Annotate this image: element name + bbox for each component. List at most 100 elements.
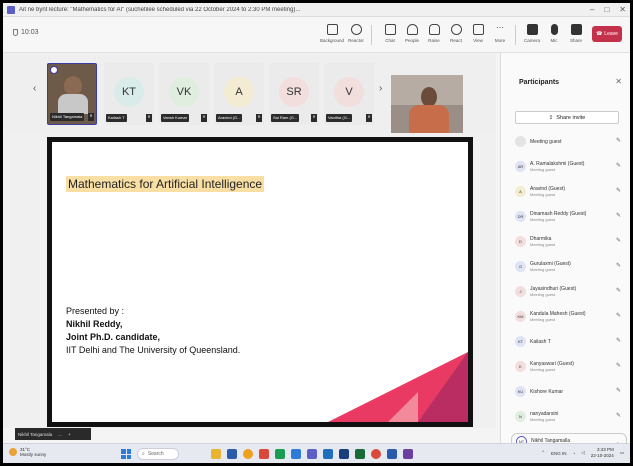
app-icon[interactable] — [243, 449, 253, 459]
self-face — [421, 87, 437, 107]
minimize-button[interactable]: – — [590, 5, 594, 14]
participant-text: Kailash T — [530, 339, 608, 345]
wifi-icon[interactable]: ◔ — [573, 451, 576, 456]
slide-decoration — [418, 352, 468, 422]
background-button[interactable]: Background — [320, 20, 344, 50]
sharing-more-icon[interactable]: ... — [58, 432, 62, 437]
participant-row[interactable]: NTNikhil Tangamalla⬇ — [511, 433, 627, 443]
language-indicator[interactable]: ENG IN — [551, 451, 567, 456]
participant-avatar: N — [515, 411, 526, 422]
sharing-bar[interactable]: Nikhil Tangamala ... + — [15, 428, 91, 440]
system-tray: ⌃ ENG IN ◔ ◁ 3:43 PM 22-10-2024 ▭ — [541, 447, 624, 459]
presenter-affiliation: IIT Delhi and The University of Queensla… — [66, 345, 241, 355]
video-tile[interactable]: VK Vansh Kumar ✕ — [159, 63, 209, 125]
more-button[interactable]: ··· More — [489, 20, 511, 50]
app-icon[interactable] — [227, 449, 237, 459]
chrome-icon[interactable] — [371, 449, 381, 459]
tile-avatar: V — [334, 77, 364, 107]
participant-row[interactable]: KT Kailash T ✎ — [511, 329, 627, 354]
chat-button[interactable]: Chat — [379, 20, 401, 50]
participant-avatar: NT — [516, 435, 527, 443]
video-tile[interactable]: V Vanitha (G... ✕ — [324, 63, 374, 125]
participant-role: Meeting guest — [530, 217, 556, 222]
taskbar-search[interactable]: ⌕ Search — [137, 448, 179, 460]
clock[interactable]: 3:43 PM 22-10-2024 — [591, 447, 614, 459]
mic-off-icon[interactable]: ✎ — [616, 362, 621, 369]
app-icon[interactable] — [259, 449, 269, 459]
word-icon[interactable] — [339, 449, 349, 459]
maximize-button[interactable]: □ — [604, 5, 609, 14]
close-icon[interactable]: ✕ — [615, 77, 622, 86]
weather-widget[interactable]: 31°C Mostly sunny — [9, 447, 46, 457]
mic-off-icon[interactable]: ✎ — [616, 287, 621, 294]
notification-icon[interactable]: ▭ — [620, 450, 624, 456]
participant-row[interactable]: DR Dinamash Reddy (Guest) Meeting guest ✎ — [511, 204, 627, 229]
participant-row[interactable]: D Dharmika Meeting guest ✎ — [511, 229, 627, 254]
mic-off-icon[interactable]: ✎ — [616, 212, 621, 219]
participant-row[interactable]: G Gurulaxmi (Guest) Meeting guest ✎ — [511, 254, 627, 279]
clock-date: 22-10-2024 — [590, 453, 614, 458]
mic-off-icon[interactable]: ✎ — [616, 162, 621, 169]
mic-off-icon[interactable]: ✎ — [616, 387, 621, 394]
slide-title: Mathematics for Artificial Intelligence — [66, 176, 265, 192]
slide-decoration — [388, 392, 418, 422]
view-button[interactable]: View — [467, 20, 489, 50]
teams-icon[interactable] — [307, 449, 317, 459]
edge-icon[interactable] — [291, 449, 301, 459]
chat-icon — [384, 24, 396, 35]
mic-off-icon[interactable]: ✎ — [616, 412, 621, 419]
app-icon[interactable] — [275, 449, 285, 459]
app-icon[interactable] — [403, 449, 413, 459]
mic-off-icon[interactable]: ✎ — [616, 237, 621, 244]
participant-name: Kailash T — [530, 338, 551, 345]
participants-title: Participants — [519, 79, 560, 86]
raise-hand-button[interactable]: Raise — [423, 20, 445, 50]
app-icon[interactable] — [387, 449, 397, 459]
shared-content-stage: Mathematics for Artificial Intelligence … — [3, 133, 496, 428]
share-button[interactable]: Share — [565, 20, 587, 50]
video-tile[interactable]: SR Sai Ram (G... ✕ — [269, 63, 319, 125]
tile-avatar: A — [224, 77, 254, 107]
weather-desc: Mostly sunny — [20, 452, 47, 457]
participant-avatar: D — [515, 236, 526, 247]
leave-button[interactable]: ☎ Leave — [592, 26, 622, 42]
app-icon[interactable] — [323, 449, 333, 459]
video-tile[interactable]: Nikhil Tangamala ✕ — [47, 63, 97, 125]
video-tile[interactable]: A Aravind (G... ✕ — [214, 63, 264, 125]
file-explorer-icon[interactable] — [211, 449, 221, 459]
participant-row[interactable]: Nnanyadarsini Meeting guest ✎ — [511, 404, 627, 429]
windows-start-icon[interactable] — [121, 449, 131, 459]
participant-text: Kandula Mahesh (Guest) Meeting guest — [530, 311, 608, 322]
participant-row[interactable]: K Kanyaswari (Guest) Meeting guest ✎ — [511, 354, 627, 379]
participant-row[interactable]: Meeting guest ✎ — [511, 129, 627, 154]
mic-off-icon[interactable]: ✎ — [616, 187, 621, 194]
participant-row[interactable]: AR A. Ramalakshmi (Guest) Meeting guest ✎ — [511, 154, 627, 179]
mic-button[interactable]: Mic — [543, 20, 565, 50]
camera-button[interactable]: Camera — [521, 20, 543, 50]
self-view-video[interactable] — [391, 75, 463, 135]
react-button[interactable]: React — [445, 20, 467, 50]
participant-row[interactable]: KM Kandula Mahesh (Guest) Meeting guest ✎ — [511, 304, 627, 329]
video-tile[interactable]: KT Kailash T ✕ — [104, 63, 154, 125]
share-invite-button[interactable]: ⇪ Share invite — [515, 111, 619, 124]
participant-text: Dharmika Meeting guest — [530, 236, 608, 247]
strip-prev-arrow[interactable]: ‹ — [33, 83, 36, 94]
mic-off-icon[interactable]: ✎ — [616, 312, 621, 319]
excel-icon[interactable] — [355, 449, 365, 459]
mic-off-icon[interactable]: ✎ — [616, 137, 621, 144]
mic-off-icon[interactable]: ✎ — [616, 262, 621, 269]
participant-text: nanyadarsini Meeting guest — [530, 411, 608, 422]
close-button[interactable]: ✕ — [619, 5, 626, 14]
reactor-button[interactable]: Reactor — [345, 20, 367, 50]
strip-next-arrow[interactable]: › — [379, 83, 382, 94]
chevron-up-icon[interactable]: ⌃ — [541, 450, 545, 456]
sharing-add-icon[interactable]: + — [68, 432, 71, 437]
participant-row[interactable]: KU Kishore Kumar ✎ — [511, 379, 627, 404]
participant-row[interactable]: J Jayasindhuri (Guest) Meeting guest ✎ — [511, 279, 627, 304]
volume-icon[interactable]: ◁ — [581, 450, 584, 456]
mic-off-icon: ✕ — [311, 114, 317, 122]
mic-off-icon[interactable]: ✎ — [616, 337, 621, 344]
participant-row[interactable]: A Aravind (Guest) Meeting guest ✎ — [511, 179, 627, 204]
participant-body — [58, 94, 88, 114]
people-button[interactable]: People — [401, 20, 423, 50]
